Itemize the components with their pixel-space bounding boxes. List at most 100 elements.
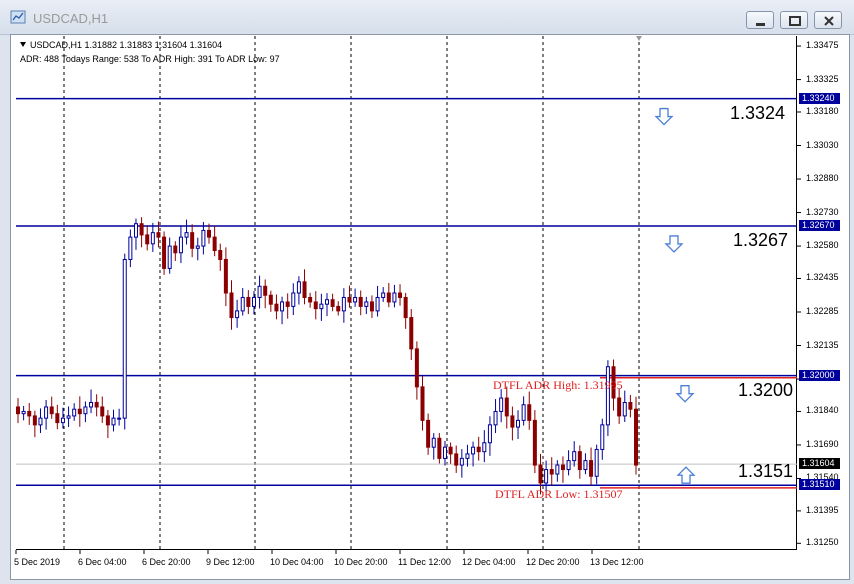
candle-body: [431, 437, 436, 448]
price-tick-label: 1.31840: [806, 405, 839, 416]
candle-body: [139, 223, 144, 236]
candle-body: [409, 317, 414, 350]
candle-body: [510, 415, 515, 428]
candle-body: [487, 424, 492, 444]
candle-body: [173, 245, 178, 254]
candle-body: [499, 397, 504, 412]
candle-body: [32, 415, 37, 426]
candle-body: [313, 301, 318, 310]
candle-body: [398, 292, 403, 298]
ohlc-header: USDCAD,H1 1.31882 1.31883 1.31604 1.3160…: [20, 40, 222, 50]
candle-body: [72, 408, 77, 417]
candle-body: [89, 402, 94, 408]
time-tick-label: 10 Dec 20:00: [334, 557, 388, 567]
candle-body: [184, 232, 189, 238]
adr-high-label: DTFL ADR High: 1.31995: [493, 377, 623, 392]
level-price-tag: 1.32000: [799, 369, 840, 381]
candle-body: [566, 460, 571, 471]
candle-body: [156, 232, 161, 238]
candle-body: [66, 415, 71, 419]
candle-body: [122, 258, 127, 419]
level-value-label: 1.3324: [730, 102, 786, 123]
candle-body: [21, 410, 26, 415]
candle-body: [555, 464, 560, 475]
candle-body: [94, 402, 99, 408]
candle-body: [420, 386, 425, 421]
candle-body: [296, 281, 301, 294]
candle-body: [521, 404, 526, 421]
candle-body: [319, 303, 324, 310]
candle-body: [437, 437, 442, 459]
bid-price-tag: 1.31604: [799, 458, 840, 470]
candle-body: [100, 406, 105, 417]
candle-body: [341, 296, 346, 312]
candle-body: [201, 229, 206, 247]
candle-body: [381, 292, 386, 298]
dropdown-triangle-icon[interactable]: [20, 42, 26, 47]
time-tick-label: 6 Dec 20:00: [142, 557, 191, 567]
price-chart[interactable]: [0, 0, 854, 584]
candle-body: [364, 301, 369, 307]
candle-body: [150, 232, 155, 245]
candle-body: [375, 296, 380, 312]
candle-body: [218, 250, 223, 260]
time-tick-label: 10 Dec 04:00: [270, 557, 324, 567]
candle-body: [471, 446, 476, 455]
candle-body: [442, 446, 447, 459]
candle-body: [44, 406, 49, 419]
candle-body: [308, 296, 313, 303]
price-tick-label: 1.31250: [806, 537, 839, 548]
ohlc-text: USDCAD,H1 1.31882 1.31883 1.31604 1.3160…: [30, 40, 223, 50]
candle-body: [600, 424, 605, 450]
level-price-tag: 1.31510: [799, 479, 840, 491]
candle-body: [38, 417, 43, 426]
candle-body: [190, 232, 195, 249]
price-tick-label: 1.32880: [806, 173, 839, 184]
level-value-label: 1.3151: [738, 461, 794, 482]
candle-body: [49, 406, 54, 415]
candle-body: [414, 348, 419, 388]
candle-body: [133, 223, 138, 238]
price-tick-label: 1.33180: [806, 105, 839, 116]
price-tick-label: 1.32135: [806, 339, 839, 350]
candle-body: [516, 419, 521, 428]
candle-body: [392, 292, 397, 303]
candle-body: [145, 234, 150, 245]
candle-body: [628, 402, 633, 410]
time-tick-label: 12 Dec 04:00: [462, 557, 516, 567]
candle-body: [325, 299, 329, 305]
candle-body: [77, 408, 82, 415]
time-tick-label: 6 Dec 04:00: [78, 557, 127, 567]
candle-body: [251, 296, 256, 307]
candle-body: [16, 406, 20, 415]
candle-body: [302, 281, 307, 298]
candle-body: [207, 229, 212, 238]
candle-body: [634, 408, 638, 466]
candle-body: [454, 453, 459, 466]
candle-body: [257, 285, 262, 298]
candle-body: [504, 397, 509, 417]
candle-body: [240, 296, 245, 312]
candle-body: [482, 442, 487, 453]
time-tick-label: 13 Dec 12:00: [590, 557, 644, 567]
candle-body: [195, 245, 200, 249]
candle-body: [178, 236, 183, 254]
candle-body: [358, 296, 363, 307]
price-tick-label: 1.31690: [806, 438, 839, 449]
candle-body: [622, 402, 627, 417]
candle-body: [403, 296, 408, 319]
time-tick-label: 12 Dec 20:00: [526, 557, 580, 567]
level-value-label: 1.3200: [738, 379, 794, 400]
candle-body: [111, 417, 116, 426]
period-separator-icon: [636, 36, 642, 41]
candle-body: [476, 446, 481, 453]
price-tick-label: 1.33030: [806, 139, 839, 150]
arrow-up-icon: [676, 466, 696, 484]
candle-body: [117, 417, 122, 420]
candle-body: [589, 460, 594, 477]
price-tick-label: 1.33475: [806, 40, 839, 51]
price-tick-label: 1.32730: [806, 206, 839, 217]
candle-body: [280, 301, 285, 312]
candle-body: [353, 296, 358, 303]
time-tick-label: 5 Dec 2019: [14, 557, 61, 567]
